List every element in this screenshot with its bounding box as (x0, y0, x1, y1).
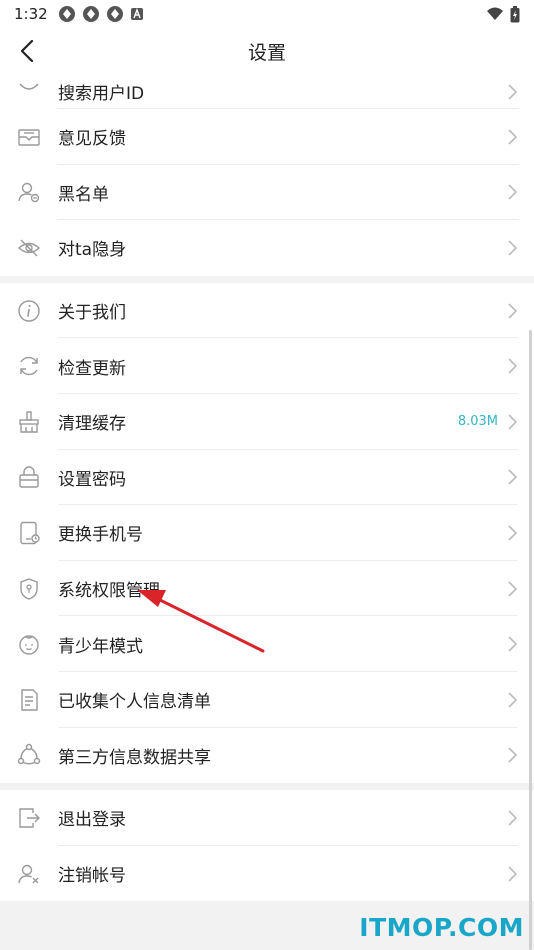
notification-app-icon (58, 6, 75, 22)
chevron-right-icon (508, 810, 518, 826)
battery-icon (510, 5, 520, 22)
scrollbar[interactable] (529, 330, 532, 950)
notification-icons (58, 5, 144, 23)
watermark: ITMOP.COM (359, 913, 524, 942)
settings-row-delete-account[interactable]: 注销帐号 (0, 846, 534, 902)
status-time: 1:32 (14, 5, 48, 23)
info-icon (16, 298, 42, 324)
chevron-right-icon (508, 747, 518, 763)
delete-user-icon (16, 861, 42, 887)
settings-row-label: 系统权限管理 (58, 581, 160, 602)
status-bar: 1:32 (0, 0, 534, 28)
chevron-right-icon (508, 83, 518, 100)
settings-row-label: 设置密码 (58, 469, 126, 490)
settings-row-teen-mode[interactable]: 青少年模式 (0, 616, 534, 672)
chevron-right-icon (508, 303, 518, 319)
cache-size-value: 8.03M (457, 414, 498, 430)
settings-row-label: 检查更新 (58, 358, 126, 379)
settings-row-label: 注销帐号 (58, 866, 126, 887)
settings-row-about[interactable]: 关于我们 (0, 283, 534, 339)
settings-row-label: 清理缓存 (58, 414, 126, 435)
settings-row-label: 青少年模式 (58, 636, 143, 657)
chevron-right-icon (508, 580, 518, 597)
refresh-icon (16, 353, 42, 379)
settings-group-account: 搜索用户ID 意见反馈 黑名单 对ta隐身 (0, 74, 534, 276)
feedback-mail-icon (16, 124, 42, 150)
settings-row-blacklist[interactable]: 黑名单 (0, 165, 534, 221)
settings-row-personal-info-list[interactable]: 已收集个人信息清单 (0, 672, 534, 728)
chevron-right-icon (508, 469, 518, 485)
shield-icon (16, 576, 42, 602)
chevron-right-icon (508, 129, 518, 145)
search-user-icon (16, 79, 42, 105)
settings-row-search-user-id[interactable]: 搜索用户ID (0, 74, 534, 109)
settings-list: 搜索用户ID 意见反馈 黑名单 对ta隐身 关于我们 检查更新 清理缓存 8.0… (0, 74, 534, 902)
chevron-right-icon (508, 865, 518, 882)
chevron-right-icon (508, 525, 518, 541)
blocked-user-icon (16, 179, 42, 205)
notification-app-icon (82, 6, 99, 22)
settings-row-label: 搜索用户ID (58, 84, 145, 104)
chevron-right-icon (508, 184, 518, 200)
settings-row-hide-from[interactable]: 对ta隐身 (0, 220, 534, 276)
settings-row-change-phone[interactable]: 更换手机号 (0, 505, 534, 561)
settings-row-label: 更换手机号 (58, 525, 143, 546)
settings-row-third-party-sharing[interactable]: 第三方信息数据共享 (0, 728, 534, 784)
settings-row-label: 黑名单 (58, 184, 109, 205)
notification-a-icon (130, 8, 143, 20)
wifi-icon (487, 7, 503, 20)
chevron-left-icon (20, 40, 34, 62)
settings-row-permission-management[interactable]: 系统权限管理 (0, 561, 534, 617)
settings-row-label: 关于我们 (58, 303, 126, 324)
settings-row-label: 第三方信息数据共享 (58, 747, 211, 768)
broom-icon (16, 409, 42, 435)
settings-row-label: 意见反馈 (58, 129, 126, 150)
settings-group-session: 退出登录 注销帐号 (0, 790, 534, 902)
chevron-right-icon (508, 358, 518, 374)
settings-row-label: 已收集个人信息清单 (58, 692, 211, 713)
chevron-right-icon (508, 240, 518, 256)
settings-row-logout[interactable]: 退出登录 (0, 790, 534, 846)
settings-row-label: 对ta隐身 (58, 240, 127, 261)
hidden-eye-icon (16, 235, 42, 261)
document-list-icon (16, 687, 42, 713)
chevron-right-icon (508, 692, 518, 708)
child-face-icon (16, 631, 42, 657)
page-title: 设置 (247, 41, 286, 64)
phone-icon (16, 520, 42, 546)
group-separator (0, 275, 534, 283)
app-header: 设置 (0, 28, 534, 74)
settings-row-check-update[interactable]: 检查更新 (0, 338, 534, 394)
settings-row-label: 退出登录 (58, 810, 126, 831)
chevron-right-icon (508, 414, 518, 430)
settings-row-feedback[interactable]: 意见反馈 (0, 109, 534, 165)
share-icon (16, 742, 42, 768)
system-icons (486, 5, 520, 23)
logout-icon (16, 805, 42, 831)
settings-row-clear-cache[interactable]: 清理缓存 8.03M (0, 394, 534, 450)
settings-row-set-password[interactable]: 设置密码 (0, 450, 534, 506)
lock-icon (16, 464, 42, 490)
group-separator (0, 783, 534, 791)
back-button[interactable] (12, 36, 42, 66)
notification-app-icon (106, 6, 123, 22)
settings-group-app: 关于我们 检查更新 清理缓存 8.03M 设置密码 更换手机号 系统权限管理 青… (0, 282, 534, 784)
chevron-right-icon (508, 636, 518, 652)
